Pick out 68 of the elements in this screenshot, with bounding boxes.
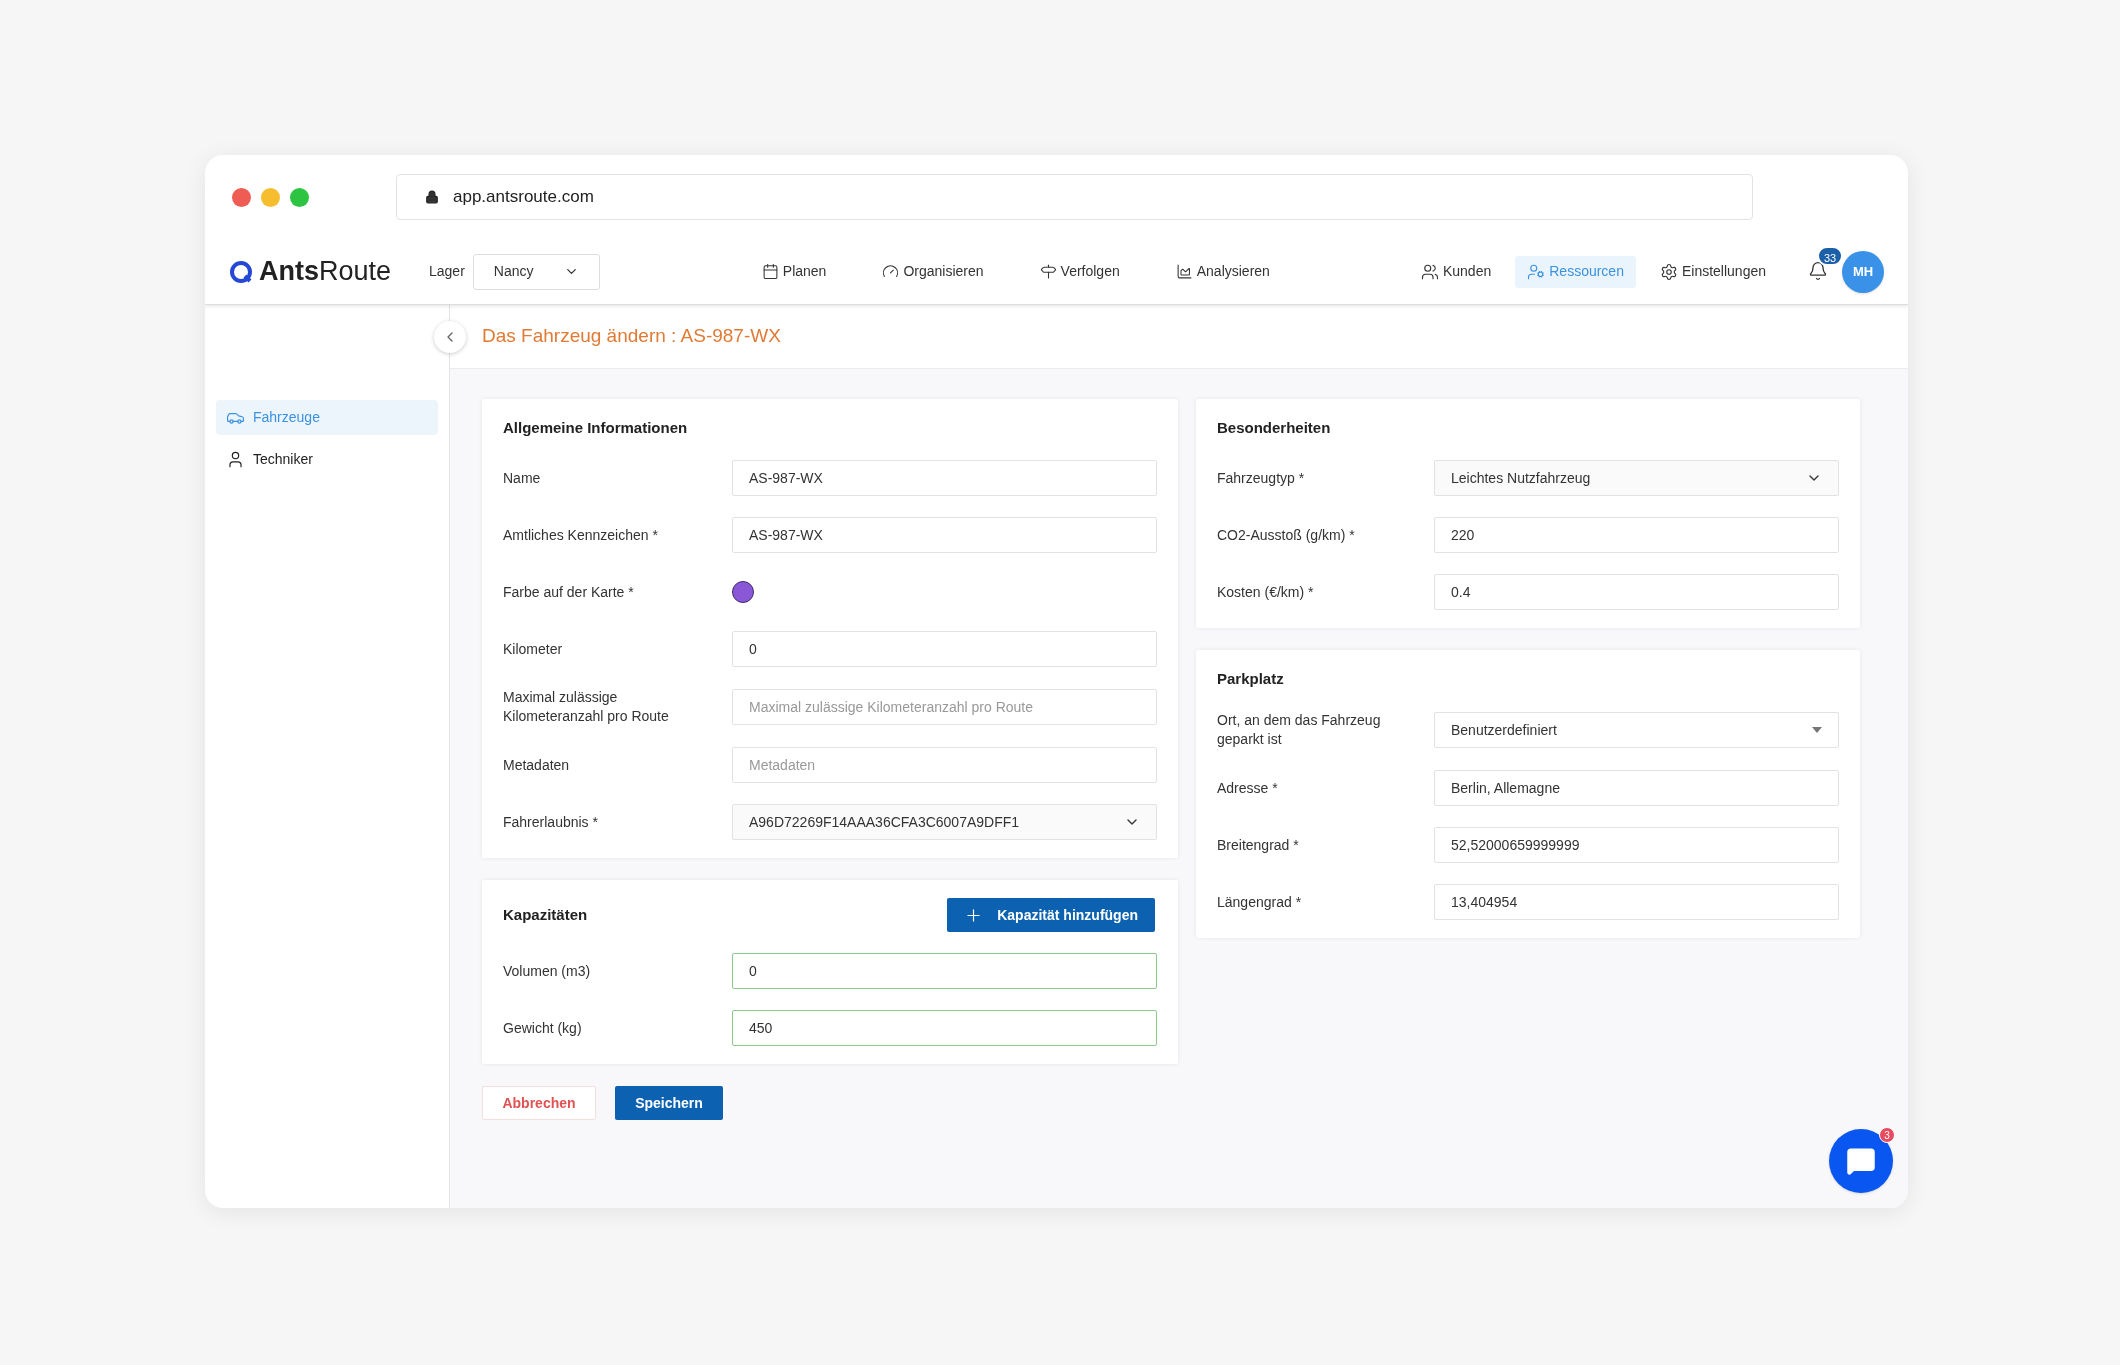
nav-link[interactable]: Organisieren	[874, 253, 992, 290]
chat-badge: 3	[1879, 1127, 1895, 1143]
field-label: Adresse *	[1217, 778, 1279, 798]
users-icon	[1420, 262, 1439, 281]
save-button[interactable]: Speichern	[615, 1086, 723, 1120]
text-field[interactable]: 0	[732, 953, 1157, 989]
sidebar-item[interactable]: Techniker	[216, 442, 438, 477]
text-field[interactable]: AS-987-WX	[732, 517, 1157, 553]
card-title: Kapazitäten	[503, 904, 588, 925]
depot-label: Lager	[429, 262, 465, 281]
field-label: Kilometer	[503, 639, 564, 659]
person-icon	[226, 450, 245, 469]
select-field[interactable]: Benutzerdefiniert	[1434, 712, 1839, 748]
signpost-icon	[1039, 263, 1057, 280]
chat-icon	[1846, 1146, 1876, 1176]
text-field[interactable]: Maximal zulässige Kilometeranzahl pro Route	[732, 689, 1157, 725]
nav-link[interactable]: Kunden	[1408, 255, 1504, 288]
address-bar[interactable]: app.antsroute.com	[396, 174, 1753, 220]
nav-link[interactable]: Verfolgen	[1031, 253, 1128, 290]
collapse-sidebar-button[interactable]	[434, 320, 466, 353]
gauge-icon	[882, 263, 900, 280]
depot-select[interactable]: Nancy	[472, 253, 600, 290]
notification-badge: 33	[1817, 245, 1844, 266]
lock-icon	[425, 190, 439, 204]
text-field[interactable]: 450	[732, 1010, 1157, 1046]
cancel-button[interactable]: Abbrechen	[482, 1086, 596, 1120]
field-label: Maximal zulässige Kilometeranzahl pro Route	[503, 688, 670, 726]
field-label: Farbe auf der Karte *	[503, 582, 635, 602]
field-label: Ort, an dem das Fahrzeug geparkt ist	[1217, 711, 1382, 749]
field-label: Fahrzeugtyp *	[1217, 468, 1306, 488]
text-field[interactable]: 220	[1434, 517, 1839, 553]
text-field[interactable]: AS-987-WX	[732, 460, 1157, 496]
chat-button[interactable]	[1829, 1129, 1893, 1193]
card-title: Besonderheiten	[1217, 418, 1332, 438]
field-label: CO2-Ausstoß (g/km) *	[1217, 525, 1356, 545]
text-field[interactable]: 52,52000659999999	[1434, 827, 1839, 863]
text-field[interactable]: 13,404954	[1434, 884, 1839, 920]
nav-link[interactable]: Planen	[753, 253, 835, 290]
calendar-icon	[761, 263, 779, 280]
field-label: Gewicht (kg)	[503, 1018, 583, 1038]
caret-down-icon	[1812, 727, 1822, 733]
logo-text: AntsRoute	[259, 255, 392, 289]
settings-icon	[1659, 262, 1678, 281]
text-field[interactable]: Berlin, Allemagne	[1434, 770, 1839, 806]
field-label: Längengrad *	[1217, 892, 1303, 912]
area-chart-icon	[1175, 263, 1193, 280]
text-field[interactable]: 0	[732, 631, 1157, 667]
field-label: Fahrerlaubnis *	[503, 812, 599, 832]
select-field[interactable]: A96D72269F14AAA36CFA3C6007A9DFF1	[732, 804, 1157, 840]
card-title: Allgemeine Informationen	[503, 418, 689, 438]
add-capacity-button[interactable]: Kapazität hinzufügen	[947, 898, 1155, 932]
page-title: Das Fahrzeug ändern : AS-987-WX	[482, 324, 781, 349]
text-field[interactable]: Metadaten	[732, 747, 1157, 783]
field-label: Volumen (m3)	[503, 961, 592, 981]
field-label: Metadaten	[503, 755, 571, 775]
user-gear-icon	[1527, 262, 1546, 281]
field-label: Breitengrad *	[1217, 835, 1300, 855]
notification-bell-icon[interactable]	[1808, 260, 1828, 281]
field-label: Amtliches Kennzeichen *	[503, 525, 659, 545]
nav-link[interactable]: Einstellungen	[1647, 255, 1778, 288]
text-field[interactable]: 0.4	[1434, 574, 1839, 610]
color-swatch[interactable]	[732, 581, 754, 603]
card-title: Parkplatz	[1217, 669, 1285, 689]
nav-link[interactable]: Analysieren	[1167, 253, 1278, 290]
select-field[interactable]: Leichtes Nutzfahrzeug	[1434, 460, 1839, 496]
field-label: Name	[503, 468, 542, 488]
field-label: Kosten (€/km) *	[1217, 582, 1315, 602]
logo-icon	[229, 259, 253, 284]
